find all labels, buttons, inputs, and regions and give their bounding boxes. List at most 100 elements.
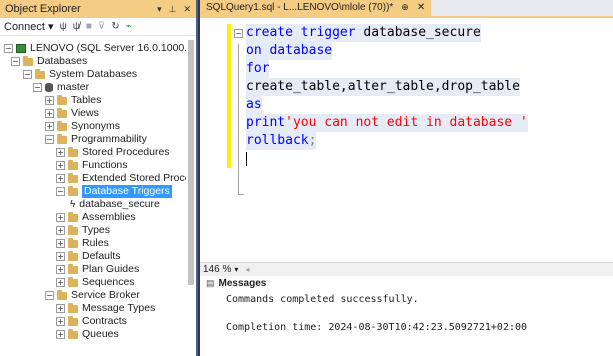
object-explorer-panel: Object Explorer ▾ ⊥ ✕ Connect ▾ ψ ψ̸ ■ ⊽… bbox=[0, 0, 198, 356]
collapse-icon[interactable]: − bbox=[56, 187, 65, 196]
collapse-icon[interactable]: − bbox=[4, 44, 13, 53]
code-line[interactable]: print'you can not edit in database ' bbox=[234, 114, 528, 132]
filter-icon[interactable]: ⊽ bbox=[98, 21, 105, 32]
expand-icon[interactable]: + bbox=[45, 109, 54, 118]
connect-object-icon[interactable]: ψ bbox=[60, 21, 67, 32]
tree-node[interactable]: − master bbox=[33, 81, 89, 94]
tree-node[interactable]: + Synonyms bbox=[45, 120, 120, 133]
code-token: rollback bbox=[246, 133, 309, 148]
connect-button[interactable]: Connect ▾ bbox=[4, 20, 54, 33]
collapse-icon[interactable]: − bbox=[11, 57, 20, 66]
tab-messages[interactable]: ▤ Messages bbox=[200, 276, 613, 291]
activity-monitor-icon[interactable]: ⌁ bbox=[126, 21, 132, 32]
tree-node[interactable]: + Assemblies bbox=[56, 211, 136, 224]
code-line[interactable] bbox=[234, 150, 528, 168]
tab-sqlquery1[interactable]: SQLQuery1.sql - L...LENOVO\mlole (70))* … bbox=[200, 0, 432, 16]
tree-node[interactable]: + Defaults bbox=[56, 250, 121, 263]
tree-node-label: master bbox=[57, 81, 90, 93]
code-token: as bbox=[246, 97, 262, 112]
expand-icon[interactable]: + bbox=[56, 252, 65, 261]
tree-node[interactable]: + Tables bbox=[45, 94, 101, 107]
messages-panel: ▤ Messages Commands completed successful… bbox=[200, 276, 613, 356]
object-explorer-scrollbar[interactable] bbox=[188, 40, 194, 285]
close-icon[interactable]: ✕ bbox=[183, 4, 191, 15]
auto-hide-pin-icon[interactable]: ⊥ bbox=[169, 4, 177, 15]
tree-node-label: Sequences bbox=[82, 276, 135, 288]
collapse-icon[interactable]: − bbox=[33, 83, 42, 92]
folder-icon bbox=[68, 211, 78, 222]
code-lines[interactable]: − create trigger database_secure on databa… bbox=[234, 24, 528, 168]
expand-icon[interactable]: + bbox=[56, 304, 65, 313]
zoom-value: 146 % bbox=[203, 264, 232, 275]
code-line[interactable]: on database bbox=[234, 42, 528, 60]
message-line: Completion time: 2024-08-30T10:42:23.509… bbox=[226, 322, 528, 333]
expand-icon[interactable]: + bbox=[56, 148, 65, 157]
stop-icon[interactable]: ■ bbox=[86, 21, 92, 32]
disconnect-icon[interactable]: ψ̸ bbox=[73, 21, 80, 32]
tree-node-server[interactable]: − LENOVO (SQL Server 16.0.1000.6 - LENC bbox=[4, 42, 186, 55]
folder-icon bbox=[68, 159, 78, 170]
code-line[interactable]: − create trigger database_secure bbox=[234, 24, 528, 42]
zoom-dropdown[interactable]: 146 % ▾ bbox=[203, 264, 238, 275]
server-label: LENOVO (SQL Server 16.0.1000.6 - LENC bbox=[30, 42, 186, 54]
tree-node[interactable]: − Database Triggers bbox=[56, 185, 172, 198]
expand-icon[interactable]: + bbox=[56, 278, 65, 287]
tree-node[interactable]: − Programmability bbox=[45, 133, 147, 146]
tree-node[interactable]: + Extended Stored Procedu bbox=[56, 172, 186, 185]
zoom-bar: 146 % ▾ ◂ bbox=[200, 262, 613, 276]
tab-close-icon[interactable]: ✕ bbox=[417, 2, 425, 13]
pin-icon[interactable]: ⊕ bbox=[401, 2, 409, 13]
folder-icon bbox=[68, 328, 78, 339]
collapse-icon[interactable]: − bbox=[234, 28, 243, 38]
code-line[interactable]: create_table,alter_table,drop_table bbox=[234, 78, 528, 96]
tree-node[interactable]: + Views bbox=[45, 107, 99, 120]
expand-icon[interactable]: + bbox=[45, 122, 54, 131]
tree-node-label: Plan Guides bbox=[82, 263, 140, 275]
window-position-icon[interactable]: ▾ bbox=[157, 4, 162, 15]
tree-node[interactable]: + Contracts bbox=[56, 315, 127, 328]
expand-icon[interactable]: + bbox=[56, 239, 65, 248]
tree-node-label: Extended Stored Procedu bbox=[82, 172, 186, 184]
code-token: ; bbox=[308, 133, 317, 148]
expand-icon[interactable]: + bbox=[56, 226, 65, 235]
tree-node[interactable]: + Sequences bbox=[56, 276, 135, 289]
expand-icon[interactable]: + bbox=[56, 265, 65, 274]
expand-icon[interactable]: + bbox=[45, 96, 54, 105]
tree-node-label: Views bbox=[71, 107, 99, 119]
expand-icon[interactable]: + bbox=[56, 330, 65, 339]
collapse-icon[interactable]: − bbox=[23, 70, 32, 79]
scroll-left-icon[interactable]: ◂ bbox=[245, 265, 249, 274]
tree-node-label: Tables bbox=[71, 94, 102, 106]
tree-node[interactable]: + Functions bbox=[56, 159, 128, 172]
code-line[interactable]: rollback; bbox=[234, 132, 528, 150]
tree-node[interactable]: ϟ database_secure bbox=[70, 198, 160, 211]
tree-node[interactable]: + Types bbox=[56, 224, 110, 237]
database-icon bbox=[45, 83, 53, 92]
tree-node-label: Programmability bbox=[71, 133, 147, 145]
code-editor[interactable]: − create trigger database_secure on databa… bbox=[200, 20, 613, 262]
tree-node[interactable]: + Queues bbox=[56, 328, 119, 341]
object-explorer-tree: − LENOVO (SQL Server 16.0.1000.6 - LENC … bbox=[0, 40, 186, 356]
fold-guide-end bbox=[238, 194, 244, 195]
tree-node[interactable]: − Service Broker bbox=[45, 289, 140, 302]
refresh-icon[interactable]: ↻ bbox=[111, 21, 119, 32]
expand-icon[interactable]: + bbox=[56, 161, 65, 170]
collapse-icon[interactable]: − bbox=[45, 291, 54, 300]
tree-node[interactable]: + Plan Guides bbox=[56, 263, 139, 276]
tree-node-label: Synonyms bbox=[71, 120, 121, 132]
tree-node-label: Service Broker bbox=[71, 289, 140, 301]
tree-node[interactable]: + Message Types bbox=[56, 302, 155, 315]
tree-node[interactable]: − Databases bbox=[11, 55, 87, 68]
expand-icon[interactable]: + bbox=[56, 317, 65, 326]
tree-node[interactable]: + Stored Procedures bbox=[56, 146, 170, 159]
messages-icon: ▤ bbox=[206, 278, 215, 288]
expand-icon[interactable]: + bbox=[56, 174, 65, 183]
tree-node[interactable]: + Rules bbox=[56, 237, 109, 250]
code-line[interactable]: as bbox=[234, 96, 528, 114]
expand-icon[interactable]: + bbox=[56, 213, 65, 222]
messages-tab-label: Messages bbox=[218, 278, 267, 289]
collapse-icon[interactable]: − bbox=[45, 135, 54, 144]
folder-icon bbox=[57, 120, 67, 131]
tree-node[interactable]: − System Databases bbox=[23, 68, 137, 81]
code-line[interactable]: for bbox=[234, 60, 528, 78]
